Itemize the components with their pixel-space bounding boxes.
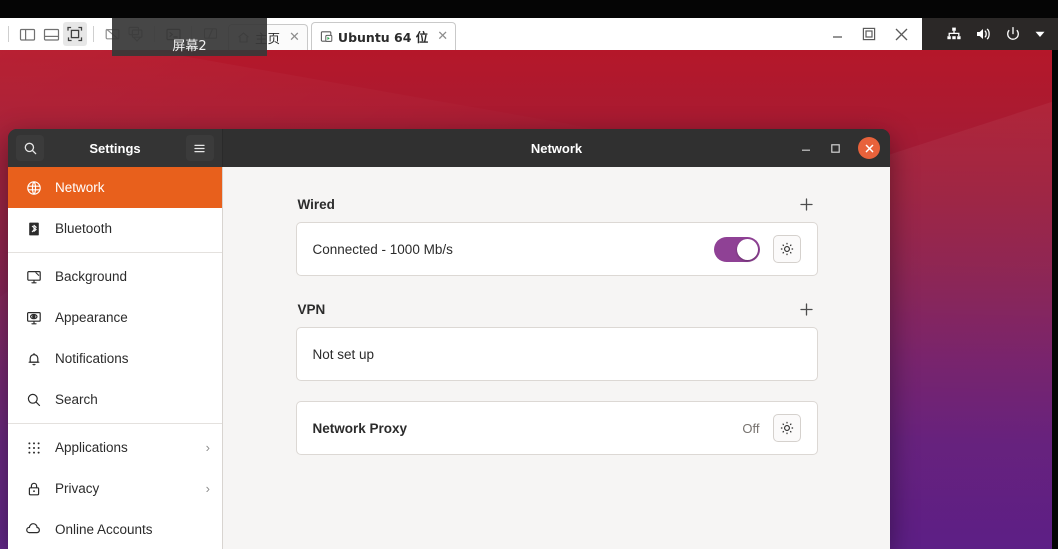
settings-title-bar: Settings Network — [8, 129, 890, 167]
wired-section-header: Wired — [296, 195, 818, 222]
close-icon[interactable]: ✕ — [437, 29, 448, 44]
grid-apps-icon — [25, 441, 42, 455]
vpn-row[interactable]: Not set up — [297, 328, 817, 380]
add-vpn-button[interactable] — [798, 300, 816, 318]
sidebar-item-label: Network — [55, 180, 105, 195]
chevron-down-icon[interactable] — [1034, 28, 1046, 40]
hamburger-menu-icon[interactable] — [185, 135, 214, 161]
page-title: Network — [530, 140, 583, 156]
wired-toggle[interactable] — [713, 236, 760, 262]
volume-icon[interactable] — [975, 26, 992, 42]
sidebar-item-label: Appearance — [55, 310, 128, 325]
maximize-button[interactable] — [829, 142, 842, 155]
sidebar-item-online-accounts[interactable]: Online Accounts — [8, 509, 222, 549]
cloud-icon — [25, 521, 42, 538]
wired-status-label: Connected - 1000 Mb/s — [312, 241, 453, 257]
vm-play-icon — [320, 30, 333, 43]
power-icon[interactable] — [1005, 26, 1021, 42]
monitor-icon — [25, 269, 42, 285]
network-proxy-state: Off — [742, 420, 760, 436]
network-icon[interactable] — [946, 26, 962, 42]
sidebar-item-label: Background — [55, 269, 128, 284]
sidebar-item-search[interactable]: Search — [8, 379, 222, 420]
wired-card: Connected - 1000 Mb/s — [295, 222, 818, 276]
sidebar-separator — [8, 252, 222, 253]
vpn-status-label: Not set up — [312, 346, 375, 362]
sidebar-item-privacy[interactable]: Privacy › — [8, 468, 222, 509]
ubuntu-top-bar — [922, 18, 1058, 50]
minimize-button[interactable] — [799, 141, 813, 155]
wired-row: Connected - 1000 Mb/s — [297, 223, 817, 275]
network-panel: Wired Connected - 1000 Mb/s VPN Not set … — [295, 195, 818, 455]
sidebar-item-label: Online Accounts — [55, 522, 153, 537]
close-button[interactable] — [858, 137, 880, 159]
vmware-window-controls — [830, 18, 922, 50]
sidebar-separator — [8, 423, 222, 424]
sidebar-item-label: Bluetooth — [55, 221, 113, 236]
settings-window: Settings Network Network Bluetooth Backg… — [8, 129, 890, 549]
sidebar-item-network[interactable]: Network — [8, 167, 222, 208]
vpn-title: VPN — [297, 301, 326, 317]
sidebar-item-label: Privacy — [55, 481, 100, 496]
settings-app-title: Settings — [89, 140, 141, 156]
vm-tab-ubuntu[interactable]: Ubuntu 64 位 ✕ — [310, 22, 457, 50]
sidebar-item-background[interactable]: Background — [8, 256, 222, 297]
vm-tab-label: Ubuntu 64 位 — [337, 30, 429, 45]
bell-icon — [25, 351, 42, 367]
chevron-right-icon: › — [205, 440, 210, 455]
thumbnail-bar-icon[interactable] — [39, 22, 63, 46]
toolbar-divider — [8, 26, 9, 42]
toolbar-divider-2 — [93, 26, 94, 42]
sidebar-item-label: Notifications — [55, 351, 129, 366]
settings-window-controls — [799, 129, 880, 167]
lock-icon — [25, 481, 42, 497]
close-icon[interactable]: ✕ — [289, 30, 300, 45]
gear-icon[interactable] — [772, 414, 801, 442]
globe-icon — [25, 180, 42, 196]
gear-icon[interactable] — [772, 235, 801, 263]
vpn-card: Not set up — [295, 327, 818, 381]
restore-icon[interactable] — [861, 26, 877, 42]
section-gap-2 — [296, 381, 818, 401]
close-icon[interactable] — [893, 26, 910, 43]
wired-toggle-knob — [736, 238, 758, 260]
vpn-section-header: VPN — [296, 300, 818, 327]
screen-tooltip: 屏幕2 — [112, 18, 267, 56]
sidebar-item-bluetooth[interactable]: Bluetooth — [8, 208, 222, 249]
sidebar-item-applications[interactable]: Applications › — [8, 427, 222, 468]
network-proxy-label: Network Proxy — [312, 420, 408, 436]
screen-root: 主页 ✕ Ubuntu 64 位 ✕ 屏幕2 Settings Network … — [0, 0, 1058, 549]
fullscreen-icon[interactable] — [63, 22, 87, 46]
search-icon[interactable] — [16, 135, 44, 161]
sidebar-item-label: Applications — [55, 440, 128, 455]
sidebar-item-appearance[interactable]: Appearance — [8, 297, 222, 338]
settings-header-left: Settings — [8, 129, 223, 167]
add-wired-button[interactable] — [798, 195, 816, 213]
sidebar-toggle-icon[interactable] — [15, 22, 39, 46]
sidebar-item-label: Search — [55, 392, 98, 407]
network-proxy-card: Network Proxy Off — [295, 401, 818, 455]
settings-header-right: Network — [223, 129, 890, 167]
network-proxy-row: Network Proxy Off — [297, 402, 817, 454]
bluetooth-icon — [25, 221, 42, 237]
minimize-icon[interactable] — [830, 27, 845, 42]
settings-sidebar: Network Bluetooth Background Appearance … — [8, 167, 223, 549]
settings-body: Network Bluetooth Background Appearance … — [8, 167, 890, 549]
vm-window-top-strip — [0, 0, 1058, 18]
sidebar-item-notifications[interactable]: Notifications — [8, 338, 222, 379]
chevron-right-icon: › — [205, 481, 210, 496]
appearance-icon — [25, 310, 42, 326]
wired-title: Wired — [297, 196, 335, 212]
search-icon — [25, 392, 42, 408]
settings-content-area: Wired Connected - 1000 Mb/s VPN Not set … — [223, 167, 890, 549]
vm-window-right-frame — [1052, 50, 1058, 549]
